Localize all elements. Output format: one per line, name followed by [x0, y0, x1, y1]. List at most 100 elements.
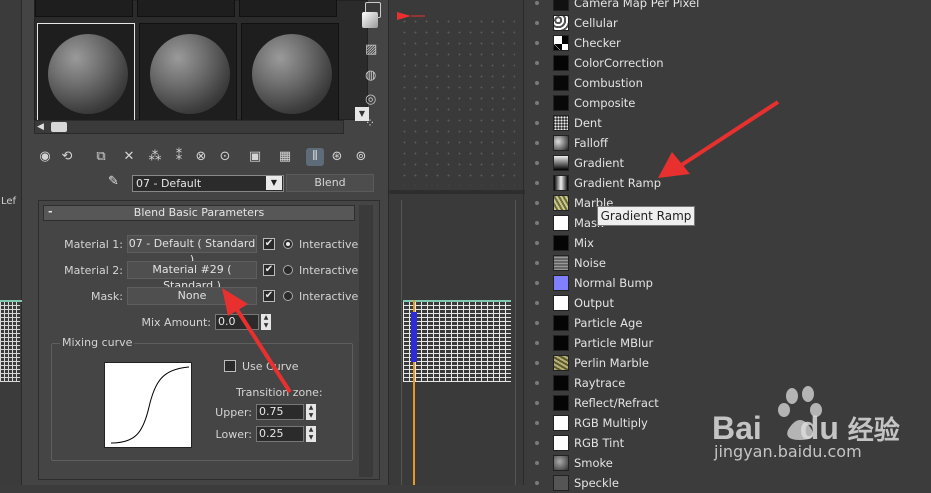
lower-field[interactable]: 0.25 — [256, 426, 304, 442]
tree-dot — [535, 61, 539, 65]
map-swatch-icon — [553, 255, 569, 271]
sample-slots: ▼ — [34, 0, 369, 121]
lower-spinner[interactable]: ▲ ▼ — [306, 426, 316, 442]
map-item[interactable]: Particle Age — [553, 313, 923, 333]
material-editor: ▼ ▨ ◍ ◎ ⁘ ◀ ◉ ⟲ ⧉ ✕ ⁂ ⁑ ⊗ ⊙ ▣ ▦ ⫴ ⊛ ⊚ ✎ … — [22, 0, 388, 485]
sample-slot[interactable] — [241, 23, 339, 121]
material2-button[interactable]: Material #29 ( Standard ) — [127, 261, 257, 292]
map-swatch-icon — [553, 275, 569, 291]
tree-dot — [535, 381, 539, 385]
map-item-name: Output — [574, 296, 614, 310]
map-item-name: Gradient Ramp — [574, 176, 661, 190]
backlight-icon[interactable] — [362, 12, 378, 28]
tree-dot — [535, 181, 539, 185]
map-swatch-icon — [553, 315, 569, 331]
tree-dot — [535, 401, 539, 405]
material1-checkbox[interactable]: ✔ — [263, 238, 275, 250]
sample-slot-selected[interactable] — [37, 23, 135, 121]
slots-horizontal-scrollbar[interactable]: ◀ — [34, 120, 344, 134]
material-id-icon[interactable]: ⊙ — [216, 148, 234, 166]
go-parent-icon[interactable]: ⫴ — [306, 148, 324, 166]
put-material-icon[interactable]: ⟲ — [58, 148, 76, 166]
map-item[interactable]: Camera Map Per Pixel — [553, 0, 923, 13]
eyedropper-icon[interactable]: ✎ — [108, 174, 126, 192]
map-item-name: Smoke — [574, 456, 613, 470]
collapse-icon[interactable]: - — [48, 205, 53, 219]
map-swatch-icon — [553, 415, 569, 431]
tree-dot — [535, 441, 539, 445]
annotation-arrow-mask — [222, 288, 292, 394]
viewport-grid — [403, 302, 511, 382]
map-item[interactable]: Checker — [553, 33, 923, 53]
annotation-arrow-gradient-ramp — [658, 100, 780, 178]
map-swatch-icon — [553, 475, 569, 491]
material-name-field[interactable]: 07 - Default — [132, 175, 284, 192]
map-swatch-icon — [553, 55, 569, 71]
map-item[interactable]: Mix — [553, 233, 923, 253]
viewport-label[interactable]: Lef — [1, 196, 16, 207]
material-type-button[interactable]: Blend — [286, 174, 374, 192]
reset-icon[interactable]: ✕ — [120, 148, 138, 166]
map-item[interactable]: Noise — [553, 253, 923, 273]
copy-material-icon[interactable]: ⁂ — [146, 148, 164, 166]
tree-dot — [535, 241, 539, 245]
map-item-name: Particle MBlur — [574, 336, 654, 350]
video-color-check-icon[interactable]: ◎ — [365, 92, 381, 108]
upper-spinner[interactable]: ▲ ▼ — [306, 404, 316, 420]
map-swatch-icon — [553, 75, 569, 91]
watermark-brand: Bai — [712, 410, 762, 446]
mixing-curve-graph — [104, 362, 192, 448]
sample-slot[interactable] — [239, 0, 337, 17]
tree-dot — [535, 101, 539, 105]
sample-slot[interactable] — [139, 23, 237, 121]
sample-side-toolbar: ▨ ◍ ◎ ⁘ — [362, 0, 384, 140]
map-item[interactable]: Normal Bump — [553, 273, 923, 293]
background-icon[interactable]: ▨ — [365, 42, 381, 58]
assign-material-icon[interactable]: ⧉ — [92, 148, 110, 166]
show-end-icon[interactable]: ▦ — [276, 148, 294, 166]
map-item[interactable]: Particle MBlur — [553, 333, 923, 353]
map-item[interactable]: Output — [553, 293, 923, 313]
map-item[interactable]: ColorCorrection — [553, 53, 923, 73]
material1-interactive-radio[interactable] — [283, 239, 293, 249]
map-item-name: Perlin Marble — [574, 356, 649, 370]
tree-dot — [535, 221, 539, 225]
tree-dot — [535, 361, 539, 365]
upper-field[interactable]: 0.75 — [256, 404, 304, 420]
show-map-icon[interactable]: ▣ — [246, 148, 264, 166]
get-material-icon[interactable]: ◉ — [36, 148, 54, 166]
perspective-viewport[interactable] — [388, 0, 525, 485]
rollout-scrollbar[interactable] — [359, 205, 373, 477]
go-sibling-icon[interactable]: ⊛ — [328, 148, 346, 166]
map-item-name: Mix — [574, 236, 594, 250]
map-item[interactable]: Perlin Marble — [553, 353, 923, 373]
left-viewport[interactable]: Lef — [0, 0, 22, 485]
sample-slot[interactable] — [137, 0, 235, 17]
viewport-separator[interactable] — [389, 190, 525, 194]
options-icon[interactable]: ⁘ — [365, 116, 381, 132]
material2-checkbox[interactable]: ✔ — [263, 264, 275, 276]
material-name-dropdown-icon[interactable]: ▼ — [266, 176, 282, 190]
map-item[interactable]: Cellular — [553, 13, 923, 33]
material-sphere — [48, 34, 128, 114]
scroll-left-icon[interactable]: ◀ — [37, 122, 44, 132]
material1-button[interactable]: 07 - Default ( Standard ) — [127, 235, 257, 266]
map-item[interactable]: Combustion — [553, 73, 923, 93]
map-item-name: Dent — [574, 116, 602, 130]
uv-tiling-icon[interactable]: ◍ — [365, 68, 381, 84]
gizmo-blue-axis — [411, 312, 417, 362]
map-swatch-icon — [553, 355, 569, 371]
rollout-title: Blend Basic Parameters — [133, 206, 265, 219]
tree-dot — [535, 481, 539, 485]
viewport-dot-grid — [399, 16, 515, 186]
map-swatch-icon — [553, 235, 569, 251]
make-unique-icon[interactable]: ⁑ — [170, 148, 188, 166]
rollout-header[interactable]: - Blend Basic Parameters — [43, 205, 355, 221]
scroll-thumb[interactable] — [51, 122, 67, 132]
navigator-icon[interactable]: ⊚ — [352, 148, 370, 166]
map-swatch-icon — [553, 395, 569, 411]
put-library-icon[interactable]: ⊗ — [192, 148, 210, 166]
sample-slot[interactable] — [35, 0, 133, 17]
material2-interactive-radio[interactable] — [283, 265, 293, 275]
map-item-name: Combustion — [574, 76, 643, 90]
